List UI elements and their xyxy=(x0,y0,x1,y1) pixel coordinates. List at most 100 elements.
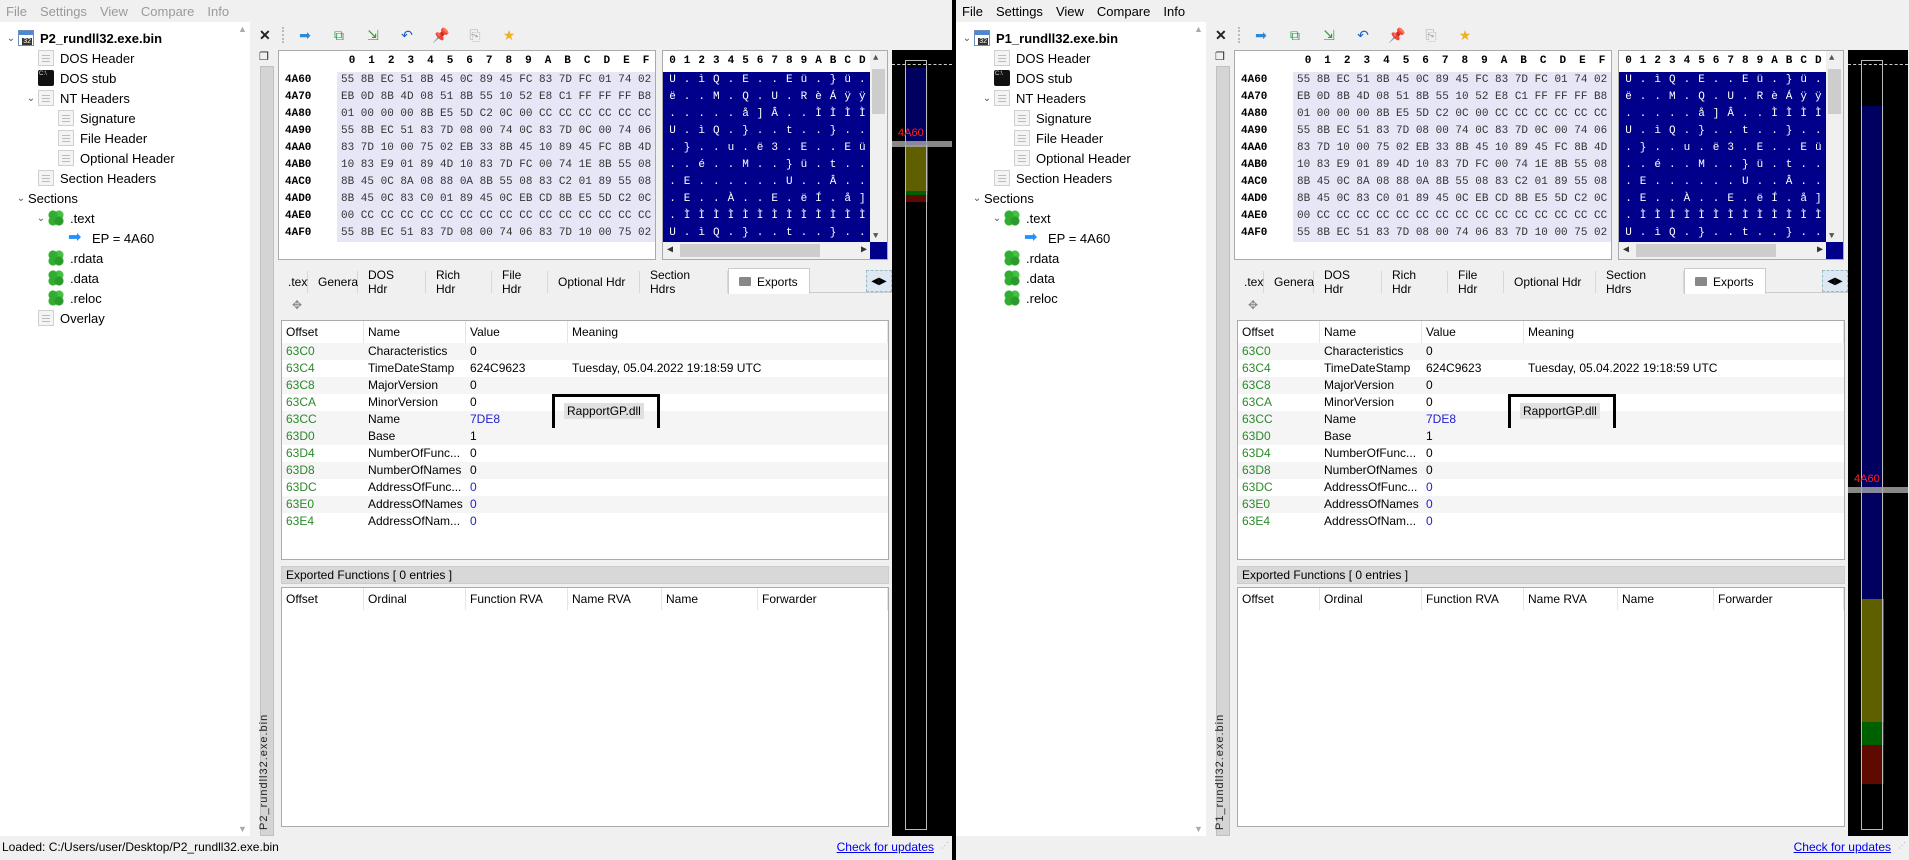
hex-row[interactable]: 4AD0 8B 45 0C 83 C0 01 89 45 0C EB CD 8B … xyxy=(279,191,655,208)
scroll-right-icon[interactable]: ▶ xyxy=(861,244,867,256)
value-cell[interactable]: 0 xyxy=(466,445,477,462)
table-row[interactable]: 63DC AddressOfFunc... 0 xyxy=(1238,479,1844,496)
tab-exports[interactable]: Exports xyxy=(728,268,810,294)
value-cell[interactable]: 0 xyxy=(1422,394,1433,411)
column-header[interactable]: Forwarder xyxy=(1714,588,1844,610)
tree-item[interactable]: ⌄ Sections xyxy=(14,188,78,208)
scroll-left-icon[interactable]: ◀ xyxy=(1623,244,1629,256)
restore-window-icon[interactable]: ❐ xyxy=(259,50,269,63)
hex-row[interactable]: 4AB0 10 83 E9 01 89 4D 10 83 7D FC 00 74 … xyxy=(1235,157,1611,174)
tab-scroll-arrows[interactable]: ◀▶ xyxy=(1822,270,1848,292)
table-row[interactable]: 63E0 AddressOfNames 0 xyxy=(282,496,888,513)
tab-optional-hdr[interactable]: Optional Hdr xyxy=(548,271,640,293)
column-header[interactable]: Function RVA xyxy=(1422,588,1524,610)
hex-row[interactable]: 4AF0 55 8B EC 51 83 7D 08 00 74 06 83 7D … xyxy=(1235,225,1611,242)
table-row[interactable]: 63C4 TimeDateStamp 624C9623 Tuesday, 05.04.… xyxy=(282,360,888,377)
chevron-down-icon[interactable]: ⌄ xyxy=(960,33,974,44)
scroll-down-icon[interactable]: ▼ xyxy=(1829,231,1834,241)
tree-item[interactable]: ⌄ .text xyxy=(34,208,95,228)
ascii-view[interactable]: 0123456789ABCD U. ì Q. E.. Eü.} ü. ë.. M. Q. U. Rè… xyxy=(662,50,888,260)
menu-view[interactable]: View xyxy=(1052,4,1093,19)
overview-position-marker[interactable] xyxy=(892,140,952,147)
pin-icon[interactable]: 📌 xyxy=(1387,25,1407,45)
column-header[interactable]: Forwarder xyxy=(758,588,888,610)
hex-row[interactable]: 4A70 EB 0D 8B 4D 08 51 8B 55 10 52 E8 C1 … xyxy=(279,89,655,106)
column-header[interactable]: Value xyxy=(1422,321,1524,343)
forward-arrow-icon[interactable]: ➡ xyxy=(295,25,315,45)
tree-item[interactable]: .reloc xyxy=(34,288,102,308)
table-row[interactable]: 63DC AddressOfFunc... 0 xyxy=(282,479,888,496)
hex-bytes[interactable]: 55 8B EC 51 83 7D 08 00 74 0C 83 7D 0C 0… xyxy=(1293,123,1611,140)
hex-row[interactable]: 4AE0 00 CC CC CC CC CC CC CC CC CC CC CC … xyxy=(1235,208,1611,225)
hex-row[interactable]: 4AB0 10 83 E9 01 89 4D 10 83 7D FC 00 74 … xyxy=(279,157,655,174)
ascii-row[interactable]: .}.. u. ë 3. E.. Eü xyxy=(663,140,871,157)
hex-view[interactable]: 0 1 2 3 4 5 6 7 8 9 A B C D E F 4A60 55 8B EC 51 8B 45 0C… xyxy=(278,50,656,260)
move-icon[interactable]: ✥ xyxy=(292,298,302,312)
chevron-down-icon[interactable]: ⌄ xyxy=(980,93,994,104)
hex-bytes[interactable]: 8B 45 0C 83 C0 01 89 45 0C EB CD 8B E5 5… xyxy=(1293,191,1611,208)
overview-position-marker[interactable] xyxy=(1848,487,1908,494)
undo-icon[interactable]: ↶ xyxy=(397,25,417,45)
tab-rich-hdr[interactable]: Rich Hdr xyxy=(426,268,492,296)
hex-bytes[interactable]: 8B 45 0C 83 C0 01 89 45 0C EB CD 8B E5 5… xyxy=(337,191,655,208)
ascii-row[interactable]: .}.. u. ë 3. E.. Eü xyxy=(1619,140,1827,157)
close-icon[interactable]: ✕ xyxy=(259,27,271,44)
menu-compare[interactable]: Compare xyxy=(1093,4,1159,19)
tree-item[interactable]: DOS stub xyxy=(980,68,1072,88)
tree-item[interactable]: File Header xyxy=(1000,128,1103,148)
tree-item[interactable]: DOS Header xyxy=(980,48,1090,68)
favorite-star-icon[interactable]: ★ xyxy=(1455,25,1475,45)
scroll-thumb[interactable] xyxy=(680,244,820,257)
scroll-thumb[interactable] xyxy=(1828,69,1841,114)
tree-item[interactable]: File Header xyxy=(44,128,147,148)
tree-item[interactable]: ⌄ P2_rundll32.exe.bin xyxy=(4,28,162,48)
tab-file-hdr[interactable]: File Hdr xyxy=(492,268,548,296)
scroll-down-icon[interactable]: ▼ xyxy=(238,824,247,834)
scroll-left-icon[interactable]: ◀ xyxy=(667,244,673,256)
tree-item[interactable]: ⌄ Sections xyxy=(970,188,1034,208)
ascii-row[interactable]: U. ì Q.}.. t..}.. xyxy=(1619,123,1827,140)
column-header[interactable]: Name xyxy=(364,321,466,343)
column-header[interactable]: Name RVA xyxy=(568,588,662,610)
resize-grip-icon[interactable]: ⋰ xyxy=(941,835,949,857)
table-row[interactable]: 63D0 Base 1 xyxy=(1238,428,1844,445)
table-row[interactable]: 63D8 NumberOfNames 0 xyxy=(282,462,888,479)
tab-scroll-arrows[interactable]: ◀▶ xyxy=(866,270,892,292)
value-cell[interactable]: 0 xyxy=(1422,377,1433,394)
tree-item[interactable]: ⌄ NT Headers xyxy=(24,88,130,108)
table-row[interactable]: 63C0 Characteristics 0 xyxy=(282,343,888,360)
ascii-row[interactable]: . E...... U.. Â.. xyxy=(1619,174,1827,191)
hex-bytes[interactable]: 55 8B EC 51 83 7D 08 00 74 06 83 7D 10 0… xyxy=(1293,225,1611,242)
table-row[interactable]: 63E0 AddressOfNames 0 xyxy=(1238,496,1844,513)
column-header[interactable]: Offset xyxy=(1238,321,1320,343)
pin-icon[interactable]: 📌 xyxy=(431,25,451,45)
column-header[interactable]: Name xyxy=(1618,588,1714,610)
column-header[interactable]: Offset xyxy=(282,321,364,343)
tree-item[interactable]: DOS Header xyxy=(24,48,134,68)
ascii-vertical-scrollbar[interactable]: ▲ ▼ xyxy=(870,51,887,243)
table-row[interactable]: 63E4 AddressOfNam... 0 xyxy=(1238,513,1844,530)
ascii-row[interactable]: U. ì Q.}.. t..}.. xyxy=(1619,225,1827,242)
hex-bytes[interactable]: 01 00 00 00 8B E5 5D C2 0C 00 CC CC CC C… xyxy=(1293,106,1611,123)
tree-item[interactable]: .data xyxy=(34,268,99,288)
hex-bytes[interactable]: EB 0D 8B 4D 08 51 8B 55 10 52 E8 C1 FF F… xyxy=(1293,89,1611,106)
value-cell[interactable]: 624C9623 xyxy=(466,360,525,377)
value-cell[interactable]: 0 xyxy=(1422,513,1433,530)
tree-item[interactable]: Optional Header xyxy=(1000,148,1131,168)
chevron-down-icon[interactable]: ⌄ xyxy=(24,93,38,104)
ascii-row[interactable]: .ÌÌÌÌÌÌÌÌÌÌÌÌÌ xyxy=(1619,208,1827,225)
menu-settings[interactable]: Settings xyxy=(992,4,1052,19)
open-window-icon[interactable]: ⧉ xyxy=(329,25,349,45)
forward-arrow-icon[interactable]: ➡ xyxy=(1251,25,1271,45)
exported-functions-table[interactable]: Offset Ordinal Function RVA Name RVA Name For… xyxy=(1237,587,1845,827)
file-overview-bar[interactable]: 4A60 xyxy=(1848,50,1908,836)
tree-item[interactable]: .rdata xyxy=(990,248,1059,268)
undo-icon[interactable]: ↶ xyxy=(1353,25,1373,45)
table-row[interactable]: 63D4 NumberOfFunc... 0 xyxy=(1238,445,1844,462)
tree-scrollbar[interactable]: ▲ ▼ xyxy=(1192,22,1206,836)
menu-file[interactable]: File xyxy=(2,4,36,19)
scroll-up-icon[interactable]: ▲ xyxy=(1829,53,1834,63)
tab-rich-hdr[interactable]: Rich Hdr xyxy=(1382,268,1448,296)
table-row[interactable]: 63C0 Characteristics 0 xyxy=(1238,343,1844,360)
hex-row[interactable]: 4A70 EB 0D 8B 4D 08 51 8B 55 10 52 E8 C1 … xyxy=(1235,89,1611,106)
